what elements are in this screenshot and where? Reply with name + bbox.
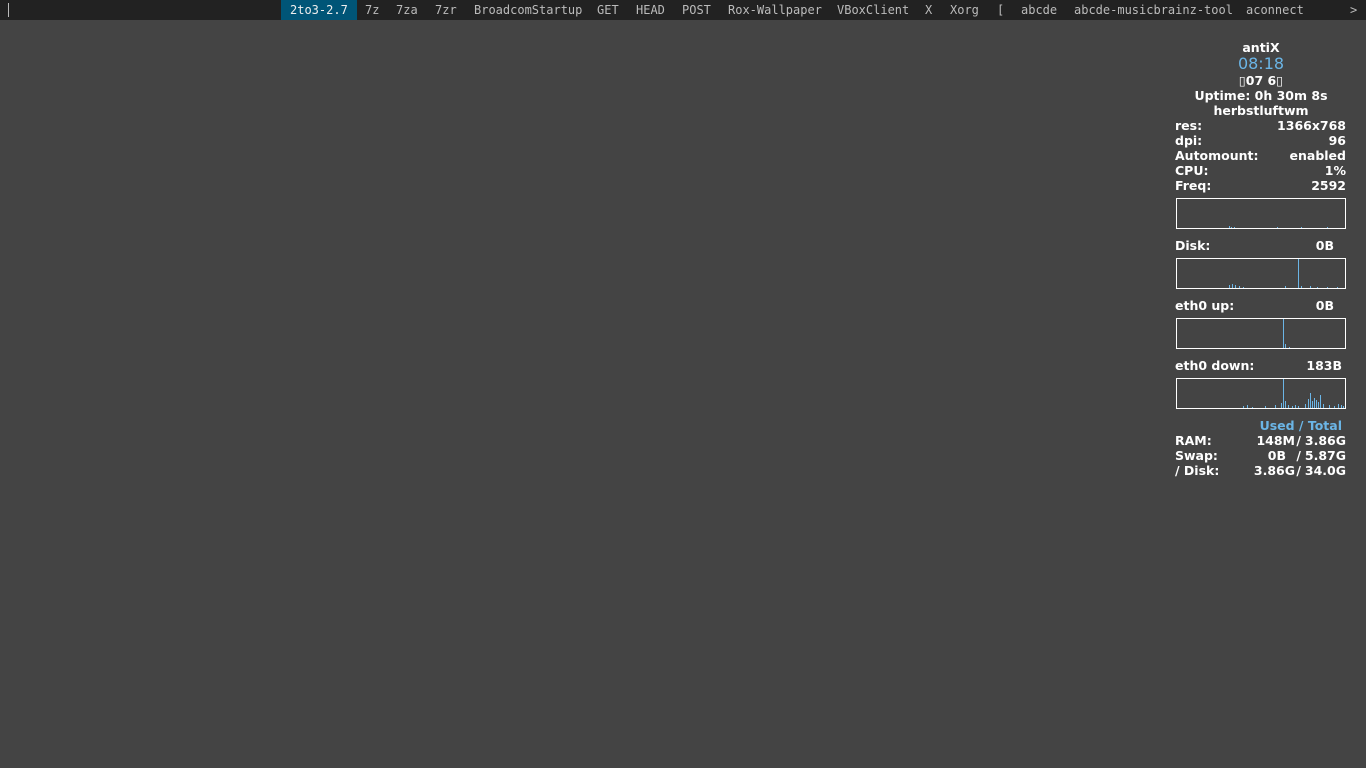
info-row-automount: Automount: enabled bbox=[1175, 148, 1347, 163]
info-row-res: res: 1366x768 bbox=[1175, 118, 1347, 133]
mem-row-swap: Swap: 0B / 5.87G bbox=[1175, 448, 1347, 463]
date: ▯07 6▯ bbox=[1238, 73, 1284, 88]
info-row-freq: Freq: 2592 bbox=[1175, 178, 1347, 193]
more-indicator[interactable]: > bbox=[1350, 0, 1357, 20]
dmenu-item-xorg[interactable]: Xorg bbox=[950, 0, 979, 20]
mem-label: Swap: bbox=[1175, 448, 1218, 463]
info-value: 1% bbox=[1324, 163, 1346, 178]
dmenu-item-7zr[interactable]: 7zr bbox=[435, 0, 457, 20]
eth0-down-graph bbox=[1176, 378, 1346, 409]
dmenu-item-x[interactable]: X bbox=[925, 0, 932, 20]
dmenu-item-2to3[interactable]: 2to3-2.7 bbox=[281, 0, 357, 20]
mem-used: 0B bbox=[1267, 448, 1286, 463]
mem-label: RAM: bbox=[1175, 433, 1212, 448]
mem-separator: / bbox=[1296, 463, 1301, 478]
mem-header-row: Used / Total bbox=[1175, 418, 1347, 433]
info-label: Automount: bbox=[1175, 148, 1259, 163]
dmenu-item-head[interactable]: HEAD bbox=[636, 0, 665, 20]
eth0-down-row: eth0 down: 183B bbox=[1175, 358, 1347, 373]
mem-separator: / bbox=[1296, 433, 1301, 448]
mem-separator: / bbox=[1296, 448, 1301, 463]
info-label: CPU: bbox=[1175, 163, 1209, 178]
hostname: antiX bbox=[1242, 40, 1280, 55]
dmenu-item-rox-wallpaper[interactable]: Rox-Wallpaper bbox=[728, 0, 822, 20]
mem-label: / Disk: bbox=[1175, 463, 1220, 478]
dmenu-item-abcde[interactable]: abcde bbox=[1021, 0, 1057, 20]
disk-value: 0B bbox=[1315, 238, 1334, 253]
mem-used: 3.86G bbox=[1253, 463, 1295, 478]
info-row-dpi: dpi: 96 bbox=[1175, 133, 1347, 148]
uptime: Uptime: 0h 30m 8s bbox=[1194, 88, 1328, 103]
mem-header: Used / Total bbox=[1259, 418, 1342, 433]
text-cursor[interactable] bbox=[8, 3, 9, 17]
dmenu-item-abcde-musicbrainz-tool[interactable]: abcde-musicbrainz-tool bbox=[1074, 0, 1233, 20]
mem-total: 34.0G bbox=[1304, 463, 1346, 478]
dmenu-item-bracket[interactable]: [ bbox=[997, 0, 1004, 20]
dmenu-item-vboxclient[interactable]: VBoxClient bbox=[837, 0, 909, 20]
mem-used: 148M bbox=[1256, 433, 1295, 448]
eth0-up-value: 0B bbox=[1315, 298, 1334, 313]
info-label: dpi: bbox=[1175, 133, 1203, 148]
dmenu-item-broadcomstartup[interactable]: BroadcomStartup bbox=[474, 0, 582, 20]
mem-row-ram: RAM: 148M / 3.86G bbox=[1175, 433, 1347, 448]
eth0-down-value: 183B bbox=[1306, 358, 1342, 373]
dmenu-item-aconnect[interactable]: aconnect bbox=[1246, 0, 1304, 20]
dmenu-item-7z[interactable]: 7z bbox=[365, 0, 379, 20]
info-value: 2592 bbox=[1311, 178, 1346, 193]
info-value: 1366x768 bbox=[1277, 118, 1346, 133]
disk-row: Disk: 0B bbox=[1175, 238, 1347, 253]
mem-total: 5.87G bbox=[1304, 448, 1346, 463]
info-value: 96 bbox=[1328, 133, 1346, 148]
cpu-graph bbox=[1176, 198, 1346, 229]
disk-graph bbox=[1176, 258, 1346, 289]
clock: 08:18 bbox=[1237, 54, 1285, 73]
info-value: enabled bbox=[1289, 148, 1346, 163]
dmenu-item-7za[interactable]: 7za bbox=[396, 0, 418, 20]
eth0-up-label: eth0 up: bbox=[1175, 298, 1235, 313]
mem-total: 3.86G bbox=[1304, 433, 1346, 448]
dmenu-item-get[interactable]: GET bbox=[597, 0, 619, 20]
window-manager: herbstluftwm bbox=[1213, 103, 1309, 118]
dmenu-item-post[interactable]: POST bbox=[682, 0, 711, 20]
dmenu-bar: 2to3-2.7 7z 7za 7zr BroadcomStartup GET … bbox=[0, 0, 1366, 20]
info-label: res: bbox=[1175, 118, 1203, 133]
mem-row-disk: / Disk: 3.86G / 34.0G bbox=[1175, 463, 1347, 478]
info-row-cpu: CPU: 1% bbox=[1175, 163, 1347, 178]
eth0-down-label: eth0 down: bbox=[1175, 358, 1255, 373]
eth0-up-row: eth0 up: 0B bbox=[1175, 298, 1347, 313]
disk-label: Disk: bbox=[1175, 238, 1211, 253]
eth0-up-graph bbox=[1176, 318, 1346, 349]
info-label: Freq: bbox=[1175, 178, 1212, 193]
